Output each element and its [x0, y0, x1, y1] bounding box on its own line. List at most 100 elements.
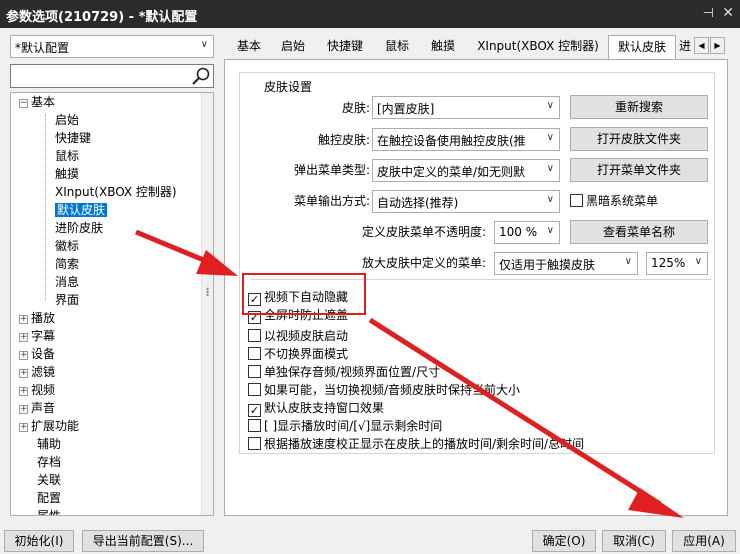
tab-touch[interactable]: 触摸	[420, 35, 466, 59]
checkbox-box	[248, 419, 261, 432]
tree-item[interactable]: 触摸	[55, 165, 79, 183]
initialize-button[interactable]: 初始化(I)	[4, 530, 74, 552]
view-menu-name-button[interactable]: 查看菜单名称	[570, 220, 708, 244]
expand-icon[interactable]: +	[19, 387, 28, 396]
tree-scrollbar[interactable]: • • •	[201, 93, 213, 515]
expand-icon[interactable]: +	[19, 351, 28, 360]
option-checkbox[interactable]: 单独保存音频/视频界面位置/尺寸	[248, 363, 440, 381]
tree-item[interactable]: XInput(XBOX 控制器)	[55, 183, 177, 201]
rescan-button[interactable]: 重新搜索	[570, 95, 708, 119]
chevron-down-icon: ∨	[624, 256, 632, 267]
checkbox-box	[248, 437, 261, 450]
tab-basic[interactable]: 基本	[228, 35, 270, 59]
preset-select[interactable]: *默认配置 ∨	[10, 35, 214, 58]
tree-node[interactable]: + 扩展功能	[19, 417, 79, 435]
tree-node[interactable]: 配置	[37, 489, 61, 507]
checkbox-box	[570, 194, 583, 207]
expand-icon[interactable]: +	[19, 405, 28, 414]
checkbox-box	[248, 347, 261, 360]
tab-scroll-left-icon[interactable]: ◀	[694, 37, 709, 54]
tab-default-skin[interactable]: 默认皮肤	[608, 35, 676, 60]
tab-xinput[interactable]: XInput(XBOX 控制器)	[470, 35, 606, 59]
tree-item-selected[interactable]: 默认皮肤	[55, 201, 108, 219]
tree-item[interactable]: 鼠标	[55, 147, 79, 165]
tree-item[interactable]: 启始	[55, 111, 79, 129]
checkbox-box	[248, 365, 261, 378]
touch-skin-select[interactable]: 在触控设备使用触控皮肤(推 ∨	[372, 128, 560, 151]
tree-node[interactable]: + 滤镜	[19, 363, 55, 381]
tree-node[interactable]: + 设备	[19, 345, 55, 363]
tab-mouse[interactable]: 鼠标	[376, 35, 418, 59]
open-menu-folder-button[interactable]: 打开菜单文件夹	[570, 158, 708, 182]
chevron-down-icon: ∨	[546, 225, 554, 236]
tree-node[interactable]: + 字幕	[19, 327, 55, 345]
skin-select[interactable]: [内置皮肤] ∨	[372, 96, 560, 119]
tab-startup[interactable]: 启始	[272, 35, 314, 59]
chevron-down-icon: ∨	[546, 163, 554, 174]
chevron-down-icon: ∨	[200, 39, 208, 50]
expand-icon[interactable]: +	[19, 423, 28, 432]
option-checkbox[interactable]: 以视频皮肤启动	[248, 327, 348, 345]
expand-icon[interactable]: +	[19, 333, 28, 342]
scroll-grip-icon: • • •	[205, 285, 210, 300]
expand-icon[interactable]: +	[19, 315, 28, 324]
export-config-button[interactable]: 导出当前配置(S)...	[82, 530, 204, 552]
tree-item[interactable]: 进阶皮肤	[55, 219, 103, 237]
menu-output-select[interactable]: 自动选择(推荐) ∨	[372, 190, 560, 213]
skin-label: 皮肤:	[341, 101, 370, 115]
zoom-mode-select[interactable]: 仅适用于触摸皮肤 ∨	[494, 252, 638, 275]
tree-node-basic[interactable]: − 基本	[19, 93, 55, 111]
tree-item[interactable]: 消息	[55, 273, 79, 291]
checkbox-box	[248, 383, 261, 396]
open-skin-folder-button[interactable]: 打开皮肤文件夹	[570, 127, 708, 151]
chevron-down-icon: ∨	[546, 194, 554, 205]
collapse-icon[interactable]: −	[19, 99, 28, 108]
tab-scroll-right-icon[interactable]: ▶	[710, 37, 725, 54]
option-checkbox[interactable]: [ ]显示播放时间/[√]显示剩余时间	[248, 417, 442, 435]
chevron-down-icon: ∨	[546, 100, 554, 111]
dark-menu-checkbox[interactable]: 黑暗系统菜单	[570, 192, 658, 210]
title-bar: 参数选项(210729) - *默认配置 ⊣ ✕	[0, 0, 740, 28]
cancel-button[interactable]: 取消(C)	[602, 530, 666, 552]
tree-node[interactable]: + 播放	[19, 309, 55, 327]
checkbox-checked: ✓	[248, 404, 261, 417]
search-icon[interactable]	[191, 66, 211, 86]
chevron-down-icon: ∨	[546, 132, 554, 143]
option-checkbox[interactable]: 不切换界面模式	[248, 345, 348, 363]
tab-shortcuts[interactable]: 快捷键	[316, 35, 374, 59]
search-input[interactable]	[10, 64, 214, 88]
option-checkbox[interactable]: 如果可能，当切换视频/音频皮肤时保持当前大小	[248, 381, 520, 399]
opacity-select[interactable]: 100 % ∨	[494, 221, 560, 244]
tree-node[interactable]: 属性	[37, 507, 61, 515]
tree-guide-line	[45, 114, 46, 300]
opacity-label: 定义皮肤菜单不透明度:	[361, 225, 486, 239]
zoom-level-select[interactable]: 125% ∨	[646, 252, 708, 275]
expand-icon[interactable]: +	[19, 369, 28, 378]
tab-bar: 基本 启始 快捷键 鼠标 触摸 XInput(XBOX 控制器) 默认皮肤 进	[228, 35, 728, 60]
window-title: 参数选项(210729) - *默认配置	[6, 10, 198, 25]
apply-button[interactable]: 应用(A)	[672, 530, 736, 552]
tree-node[interactable]: 关联	[37, 471, 61, 489]
close-icon[interactable]: ✕	[722, 5, 734, 21]
tree-item[interactable]: 界面	[55, 291, 79, 309]
group-title: 皮肤设置	[260, 78, 317, 95]
menu-output-label: 菜单输出方式:	[293, 194, 370, 208]
tree-node[interactable]: + 视频	[19, 381, 55, 399]
popup-menu-select[interactable]: 皮肤中定义的菜单/如无则默 ∨	[372, 159, 560, 182]
tree-item[interactable]: 简索	[55, 255, 79, 273]
tree-item[interactable]: 快捷键	[55, 129, 91, 147]
tab-more[interactable]: 进	[678, 35, 692, 59]
ok-button[interactable]: 确定(O)	[532, 530, 596, 552]
options-tree[interactable]: − 基本 启始 快捷键 鼠标 触摸 XInput(XBOX 控制器) 默认皮肤 进…	[10, 92, 214, 516]
annotation-highlight-box	[242, 273, 366, 315]
option-checkbox[interactable]: 根据播放速度校正显示在皮肤上的播放时间/剩余时间/总时间	[248, 435, 584, 453]
option-checkbox[interactable]: ✓ 默认皮肤支持窗口效果	[248, 399, 384, 417]
tree-item[interactable]: 徽标	[55, 237, 79, 255]
touch-skin-label: 触控皮肤:	[317, 133, 370, 147]
pin-icon[interactable]: ⊣	[703, 6, 714, 21]
checkbox-box	[248, 329, 261, 342]
zoom-menu-label: 放大皮肤中定义的菜单:	[361, 256, 486, 270]
tree-node[interactable]: + 声音	[19, 399, 55, 417]
tree-node[interactable]: 存档	[37, 453, 61, 471]
tree-node[interactable]: 辅助	[37, 435, 61, 453]
